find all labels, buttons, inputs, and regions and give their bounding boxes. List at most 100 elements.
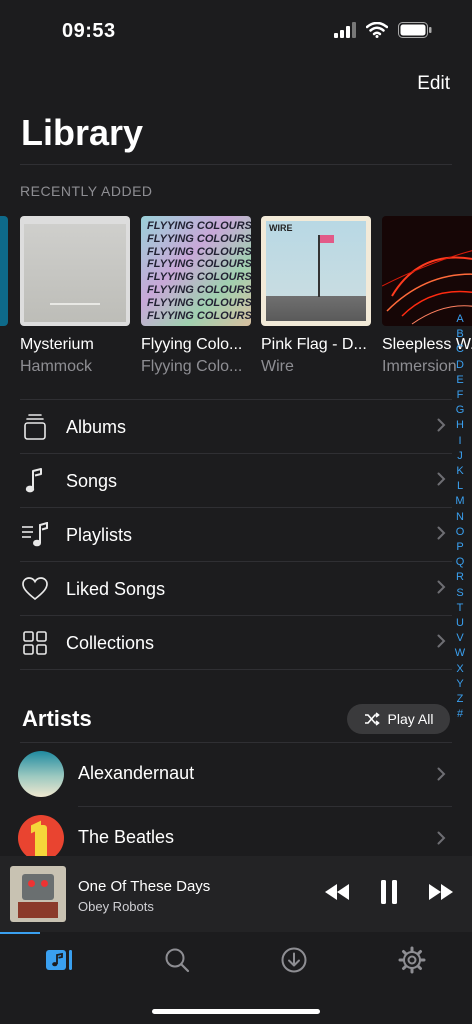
album-art: [20, 216, 130, 326]
recently-added-label: RECENTLY ADDED: [20, 183, 153, 199]
now-playing-artist: Obey Robots: [78, 899, 154, 914]
partial-album-art[interactable]: [0, 216, 8, 326]
gear-icon: [398, 946, 426, 974]
chevron-right-icon: [437, 634, 446, 653]
index-letter[interactable]: N: [456, 510, 464, 525]
grid-icon: [20, 628, 50, 658]
artist-row[interactable]: Alexandernaut: [0, 743, 472, 807]
edit-button[interactable]: Edit: [417, 73, 450, 95]
index-letter[interactable]: S: [456, 586, 463, 601]
menu-item-albums[interactable]: Albums: [0, 400, 472, 454]
artist-name: Alexandernaut: [78, 763, 195, 783]
chevron-right-icon: [437, 767, 446, 786]
avatar: [18, 815, 64, 861]
index-letter[interactable]: R: [456, 570, 464, 585]
tab-library[interactable]: [44, 944, 76, 976]
status-icons: [334, 22, 432, 38]
tab-settings[interactable]: [396, 944, 428, 976]
menu-item-collections[interactable]: Collections: [0, 616, 472, 670]
avatar: [18, 751, 64, 797]
index-letter[interactable]: A: [456, 312, 463, 327]
album-artist: Wire: [261, 358, 294, 375]
wifi-icon: [366, 22, 388, 38]
index-letter[interactable]: F: [457, 388, 464, 403]
index-letter[interactable]: B: [456, 327, 463, 342]
artist-name: The Beatles: [78, 827, 175, 847]
index-letter[interactable]: Y: [456, 677, 463, 692]
index-letter[interactable]: W: [455, 646, 465, 661]
shuffle-icon: [364, 712, 380, 726]
album-artist: Hammock: [20, 358, 93, 375]
album-card[interactable]: WIRE Pink Flag - D... Wire: [261, 216, 373, 376]
index-letter[interactable]: I: [458, 434, 461, 449]
battery-icon: [398, 22, 432, 38]
menu-item-playlists[interactable]: Playlists: [0, 508, 472, 562]
chevron-right-icon: [437, 526, 446, 545]
index-letter[interactable]: E: [456, 373, 463, 388]
recently-added-carousel[interactable]: Mysterium Hammock FLYYING COLOURS FLYYIN…: [0, 216, 472, 386]
index-letter[interactable]: G: [456, 403, 465, 418]
status-bar: 09:53: [0, 0, 472, 60]
menu-item-label: Collections: [66, 632, 155, 653]
download-icon: [281, 947, 307, 973]
index-letter[interactable]: H: [456, 418, 464, 433]
index-letter[interactable]: #: [457, 707, 463, 722]
now-playing-artwork: [10, 866, 66, 922]
active-tab-indicator: [0, 932, 40, 934]
header-divider: [20, 164, 452, 165]
artists-heading: Artists: [22, 706, 92, 731]
index-letter[interactable]: Z: [457, 692, 464, 707]
chevron-right-icon: [437, 418, 446, 437]
playlist-icon: [20, 520, 50, 550]
now-playing-title: One Of These Days: [78, 878, 211, 895]
index-letter[interactable]: O: [456, 525, 465, 540]
play-all-button[interactable]: Play All: [347, 704, 450, 734]
rewind-icon[interactable]: [324, 883, 350, 901]
home-indicator: [152, 1009, 320, 1014]
fast-forward-icon[interactable]: [428, 883, 454, 901]
menu-item-label: Liked Songs: [66, 578, 166, 599]
library-menu: Albums Songs Playlists Liked Songs Colle…: [0, 400, 472, 670]
albums-stack-icon: [20, 412, 50, 442]
menu-item-label: Albums: [66, 416, 127, 437]
music-note-icon: [20, 466, 50, 496]
search-icon: [165, 948, 190, 973]
album-artist: Flyying Colo...: [141, 358, 243, 375]
index-letter[interactable]: U: [456, 616, 464, 631]
menu-item-liked-songs[interactable]: Liked Songs: [0, 562, 472, 616]
album-title: Flyying Colo...: [141, 336, 243, 353]
play-all-label: Play All: [387, 711, 434, 727]
index-letter[interactable]: K: [456, 464, 463, 479]
tab-downloads[interactable]: [278, 944, 310, 976]
album-art: [382, 216, 472, 326]
now-playing-bar[interactable]: One Of These Days Obey Robots: [0, 856, 472, 932]
index-letter[interactable]: J: [457, 449, 463, 464]
index-letter[interactable]: L: [457, 479, 463, 494]
index-letter[interactable]: C: [456, 342, 464, 357]
album-card[interactable]: Mysterium Hammock: [20, 216, 132, 376]
album-card[interactable]: FLYYING COLOURS FLYYING COLOURS FLYYING …: [141, 216, 253, 376]
pause-icon[interactable]: [380, 880, 398, 904]
status-time: 09:53: [62, 20, 116, 42]
index-letter[interactable]: Q: [456, 555, 465, 570]
heart-icon: [20, 574, 50, 604]
album-art: FLYYING COLOURS FLYYING COLOURS FLYYING …: [141, 216, 251, 326]
cellular-signal-icon: [334, 22, 356, 38]
chevron-right-icon: [437, 580, 446, 599]
index-letter[interactable]: T: [457, 601, 464, 616]
chevron-right-icon: [437, 472, 446, 491]
tab-bar: [0, 932, 472, 1024]
index-letter[interactable]: X: [456, 662, 463, 677]
menu-item-songs[interactable]: Songs: [0, 454, 472, 508]
playback-controls: [324, 880, 454, 904]
alphabet-index[interactable]: A B C D E F G H I J K L M N O P Q R S T …: [452, 312, 468, 722]
index-letter[interactable]: D: [456, 358, 464, 373]
index-letter[interactable]: V: [456, 631, 463, 646]
tab-search[interactable]: [161, 944, 193, 976]
menu-item-label: Songs: [66, 470, 118, 491]
index-letter[interactable]: P: [456, 540, 463, 555]
library-icon: [46, 950, 72, 970]
index-letter[interactable]: M: [455, 494, 464, 509]
page-title: Library: [21, 112, 144, 153]
album-title: Mysterium: [20, 336, 94, 353]
